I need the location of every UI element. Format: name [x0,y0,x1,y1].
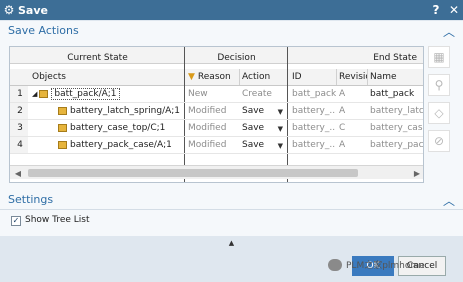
divider [239,69,240,85]
row-object-label: batt_pack/A;1 [51,88,120,100]
expand-more-icon[interactable]: ▲ [0,238,463,248]
group-current-state: Current State [67,53,128,63]
scroll-right-icon[interactable]: ▶ [411,166,423,180]
dropdown-arrow-icon[interactable]: ▼ [278,108,283,116]
row-reason: Modified [188,106,227,116]
part-icon [58,141,67,149]
row-action: Save [242,106,265,116]
save-actions-table: Current State Decision End State Objects… [9,46,424,183]
row-revision: C [339,123,346,133]
table-column-header: Objects ▼ Reason Action ID Revisio Name [10,69,423,86]
row-id: battery_... [292,123,336,133]
row-object[interactable]: battery_pack_case/A;1 [56,137,184,153]
paperclip-icon[interactable]: ⚲ [428,74,450,96]
collapse-save-actions-icon[interactable]: ︿ [443,23,455,40]
scrollbar-thumb[interactable] [28,169,358,177]
show-tree-list-label: Show Tree List [25,215,90,225]
remove-icon[interactable]: ⊘ [428,130,450,152]
row-index: 2 [10,103,28,119]
row-reason: Modified [188,140,227,150]
settings-heading: Settings [8,193,54,206]
watermark: PLM之家plmhome [328,258,425,271]
divider [367,69,368,85]
dropdown-arrow-icon[interactable]: ▼ [278,142,283,150]
table-row[interactable]: 4 battery_pack_case/A;1 Modified Save ▼ … [10,137,424,154]
row-index: 3 [10,120,28,136]
row-action-select[interactable]: Save ▼ [240,120,286,136]
show-tree-list-checkbox[interactable]: ✓ [11,216,21,226]
dropdown-arrow-icon[interactable]: ▼ [278,125,283,133]
settings-body: ✓ Show Tree List [0,210,463,236]
row-reason: New [188,89,208,99]
row-object-label: battery_latch_spring/A;1 [70,106,181,116]
table-row[interactable]: 3 battery_case_top/C;1 Modified Save ▼ b… [10,120,423,137]
row-reason: Modified [188,123,227,133]
help-icon[interactable]: ? [427,0,445,20]
part-icon [58,124,67,132]
save-actions-heading: Save Actions [8,24,79,37]
gear-icon[interactable]: ⚙ [0,0,18,20]
title-bar: ⚙ Save ? ✕ [0,0,463,20]
column-reason-label: Reason [197,72,231,82]
filter-icon[interactable]: ▼ [188,72,195,82]
divider [336,69,337,85]
part-icon [58,107,67,115]
column-revision[interactable]: Revisio [337,69,367,85]
row-object[interactable]: ◢ batt_pack/A;1 [30,86,184,102]
row-object-label: battery_case_top/C;1 [70,123,166,133]
wechat-icon [328,258,342,271]
collapse-settings-icon[interactable]: ︿ [443,192,455,209]
row-revision: A [339,106,346,116]
row-object[interactable]: battery_latch_spring/A;1 [56,103,184,119]
row-action: Save [242,123,265,133]
column-name[interactable]: Name [368,69,423,85]
column-action[interactable]: Action [240,69,286,85]
row-index: 1 [10,86,28,102]
group-end-state: End State [373,53,417,63]
row-id: batt_pack [292,89,336,99]
row-id: battery_... [292,106,336,116]
settings-header[interactable]: Settings ︿ [0,190,463,210]
assembly-icon [39,90,49,98]
row-action[interactable]: Create [240,86,286,102]
window-title: Save [18,3,48,17]
horizontal-scrollbar[interactable]: ◀ ▶ [10,165,423,180]
row-name: batt_pack [370,89,415,99]
table-group-header: Current State Decision End State [10,47,423,64]
row-name: battery_pack... [370,140,424,150]
row-object-label: battery_pack_case/A;1 [70,140,172,150]
row-object[interactable]: battery_case_top/C;1 [56,120,184,136]
row-revision: A [339,89,346,99]
row-action-select[interactable]: Save ▼ [240,103,286,119]
table-row[interactable]: 1 ◢ batt_pack/A;1 New Create batt_pack A… [10,86,423,103]
scroll-left-icon[interactable]: ◀ [12,166,24,180]
watermark-text: PLM之家plmhome [346,261,425,271]
table-row[interactable]: 2 battery_latch_spring/A;1 Modified Save… [10,103,424,120]
row-index: 4 [10,137,28,153]
row-action-select[interactable]: Save ▼ [240,137,286,153]
save-actions-header[interactable]: Save Actions ︿ [0,21,463,41]
row-name: battery_latch... [370,106,424,116]
tag-icon[interactable]: ◇ [428,102,450,124]
column-id[interactable]: ID [290,69,336,85]
column-reason[interactable]: ▼ Reason [186,69,238,85]
row-action: Save [242,140,265,150]
column-objects[interactable]: Objects [30,69,180,85]
side-toolbar: ▦ ⚲ ◇ ⊘ [428,46,454,158]
save-actions-body: Current State Decision End State Objects… [0,40,463,190]
group-decision: Decision [217,53,256,63]
table-icon[interactable]: ▦ [428,46,450,68]
close-icon[interactable]: ✕ [445,0,463,20]
row-id: battery_... [292,140,336,150]
expand-triangle-icon[interactable]: ◢ [32,90,37,98]
row-revision: A [339,140,346,150]
row-name: battery_cas... [370,123,423,133]
